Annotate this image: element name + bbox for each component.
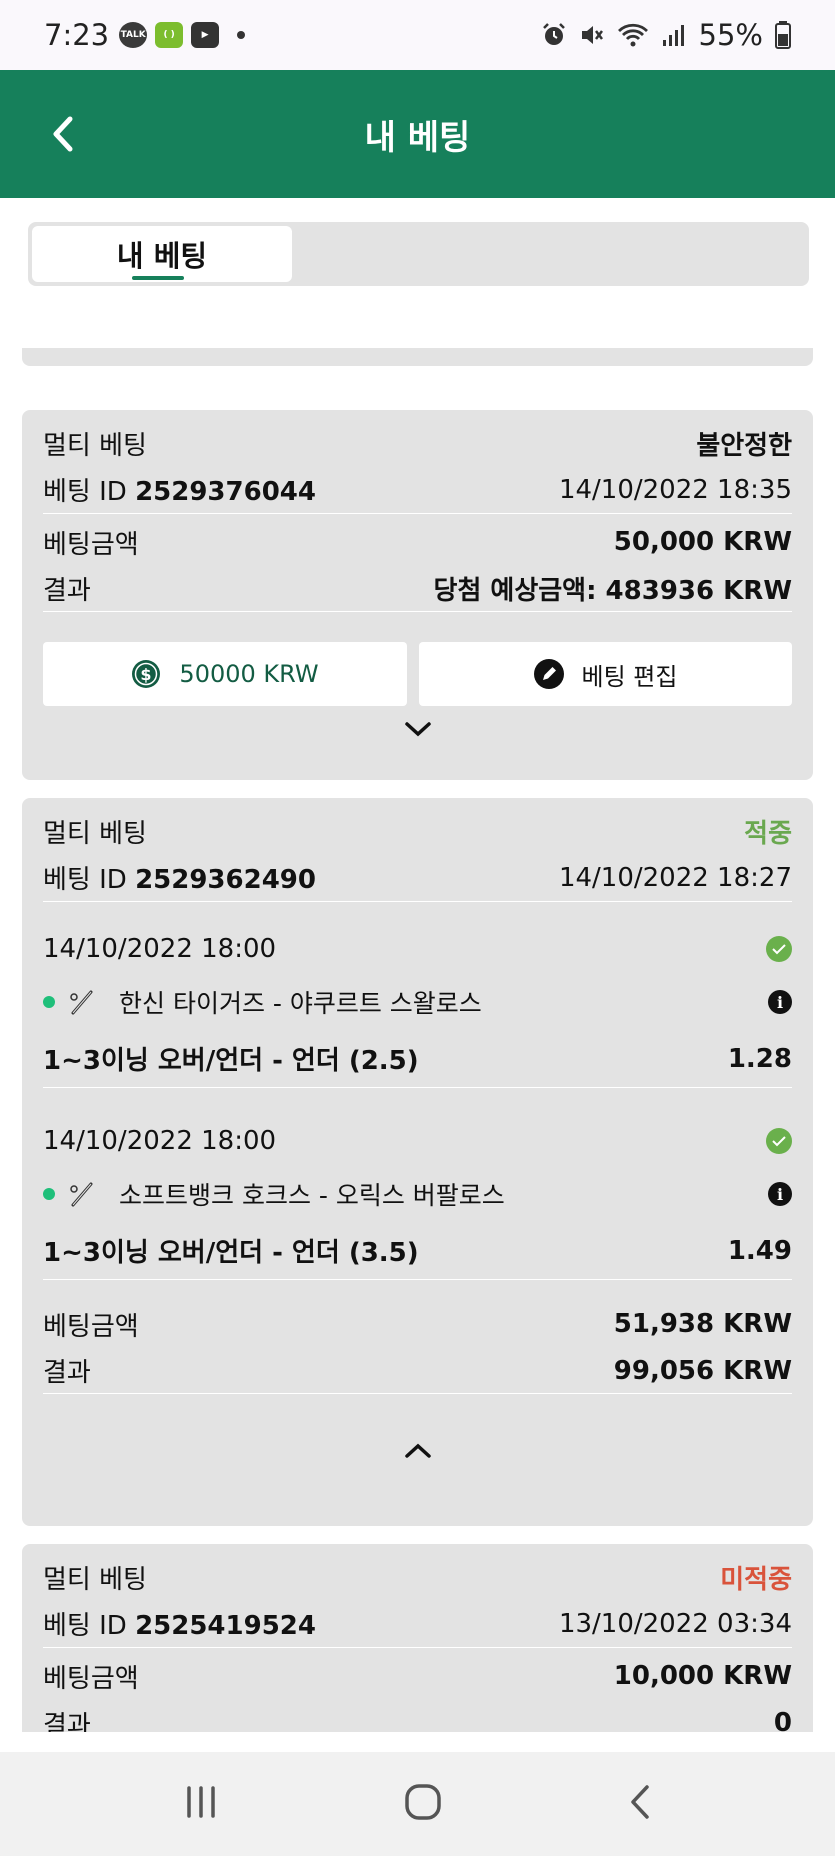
- back-button[interactable]: [38, 106, 88, 162]
- live-dot-icon: [43, 1188, 55, 1200]
- bet-card: 멀티 베팅 적중 베팅 ID 2529362490 14/10/2022 18:…: [22, 798, 813, 1526]
- check-icon: [766, 936, 792, 962]
- page-title: 내 베팅: [364, 117, 471, 158]
- tab-bar: 내 베팅: [28, 222, 809, 286]
- edit-icon: [533, 659, 564, 689]
- selection-item: 14/10/2022 18:00 한신 타이거즈 - 야쿠르트 스왈로스 i 1…: [43, 926, 792, 1088]
- wifi-icon: [617, 23, 648, 47]
- bet-id: 베팅 ID 2529362490: [43, 865, 316, 895]
- selection-date: 14/10/2022 18:00: [43, 934, 277, 964]
- check-icon: [766, 1128, 792, 1154]
- edit-bet-button[interactable]: 베팅 편집: [419, 642, 792, 706]
- bet-card: 멀티 베팅 미적중 베팅 ID 2525419524 13/10/2022 03…: [22, 1544, 813, 1744]
- home-icon: [405, 1784, 442, 1820]
- bet-card: 멀티 베팅 불안정한 베팅 ID 2529376044 14/10/2022 1…: [22, 410, 813, 780]
- odds: 1.28: [727, 1043, 792, 1074]
- talk-icon: TALK: [119, 22, 148, 48]
- baseball-bat-icon: [70, 990, 93, 1015]
- tab-label: 내 베팅: [116, 239, 208, 273]
- previous-card-edge: [22, 348, 813, 366]
- bet-date: 14/10/2022 18:35: [558, 474, 792, 505]
- chevron-left-icon: [53, 116, 73, 152]
- match-name: 한신 타이거즈 - 야쿠르트 스왈로스: [119, 989, 482, 1018]
- back-icon: [631, 1785, 649, 1819]
- bet-result: 99,056 KRW: [613, 1355, 792, 1386]
- bet-result: 당첨 예상금액: 483936 KRW: [433, 576, 792, 606]
- alarm-icon: [542, 23, 565, 45]
- collapse-button[interactable]: [43, 1442, 792, 1460]
- bet-amount: 10,000 KRW: [613, 1661, 792, 1691]
- svg-text:$: $: [141, 665, 152, 684]
- bet-type: 멀티 베팅: [43, 430, 147, 461]
- bet-id: 베팅 ID 2525419524: [43, 1611, 316, 1641]
- chevron-up-icon: [404, 1443, 431, 1458]
- bet-status: 불안정한: [696, 430, 792, 461]
- app-bar: 내 베팅: [0, 70, 835, 198]
- youtube-icon: ▶: [191, 22, 220, 48]
- bet-type: 멀티 베팅: [43, 818, 147, 849]
- scroll-fade: [0, 1732, 835, 1752]
- dollar-icon: $: [132, 660, 161, 688]
- status-time: 7:23: [44, 18, 110, 52]
- bet-date: 13/10/2022 03:34: [558, 1608, 792, 1639]
- result-label: 결과: [43, 1358, 91, 1388]
- amount-label: 베팅금액: [43, 1311, 139, 1342]
- bet-id: 베팅 ID 2529376044: [43, 477, 316, 507]
- odds: 1.49: [727, 1235, 792, 1266]
- bet-status: 적중: [744, 818, 792, 849]
- baseball-bat-icon: [70, 1182, 93, 1207]
- edit-label: 베팅 편집: [581, 662, 678, 691]
- battery-percent: 55%: [698, 18, 763, 52]
- bet-amount: 51,938 KRW: [613, 1309, 792, 1339]
- selection-date: 14/10/2022 18:00: [43, 1126, 277, 1156]
- market-name: 1~3이닝 오버/언더 - 언더 (3.5): [43, 1238, 419, 1268]
- signal-icon: [662, 25, 684, 46]
- bet-status: 미적중: [720, 1564, 792, 1595]
- recents-button[interactable]: [183, 1785, 219, 1823]
- bet-amount: 50,000 KRW: [613, 527, 792, 557]
- tab-indicator: [132, 276, 184, 280]
- amount-label: 베팅금액: [43, 529, 139, 560]
- tab-my-bets[interactable]: 내 베팅: [32, 226, 292, 282]
- market-name: 1~3이닝 오버/언더 - 언더 (2.5): [43, 1046, 419, 1076]
- notification-dot-icon: [237, 31, 246, 39]
- live-dot-icon: [43, 996, 55, 1008]
- cashout-label: 50000 KRW: [179, 660, 319, 688]
- match-name: 소프트뱅크 호크스 - 오릭스 버팔로스: [119, 1181, 505, 1210]
- system-back-button[interactable]: [628, 1784, 652, 1824]
- selection-item: 14/10/2022 18:00 소프트뱅크 호크스 - 오릭스 버팔로스 i …: [43, 1118, 792, 1280]
- info-icon[interactable]: i: [768, 990, 792, 1014]
- expand-button[interactable]: [43, 720, 792, 738]
- bet-type: 멀티 베팅: [43, 1564, 147, 1595]
- amount-label: 베팅금액: [43, 1663, 139, 1694]
- result-label: 결과: [43, 576, 91, 606]
- status-bar: 7:23 TALK ( ) ▶ 55%: [0, 0, 835, 70]
- system-nav-bar: [0, 1752, 835, 1856]
- bet-date: 14/10/2022 18:27: [558, 862, 792, 893]
- cashout-button[interactable]: $ 50000 KRW: [43, 642, 407, 706]
- home-button[interactable]: [404, 1783, 442, 1825]
- recents-icon: [187, 1786, 215, 1818]
- chevron-down-icon: [404, 722, 431, 737]
- mute-icon: [581, 26, 603, 44]
- app-icon: ( ): [155, 22, 184, 48]
- battery-icon: [775, 21, 791, 49]
- info-icon[interactable]: i: [768, 1182, 792, 1206]
